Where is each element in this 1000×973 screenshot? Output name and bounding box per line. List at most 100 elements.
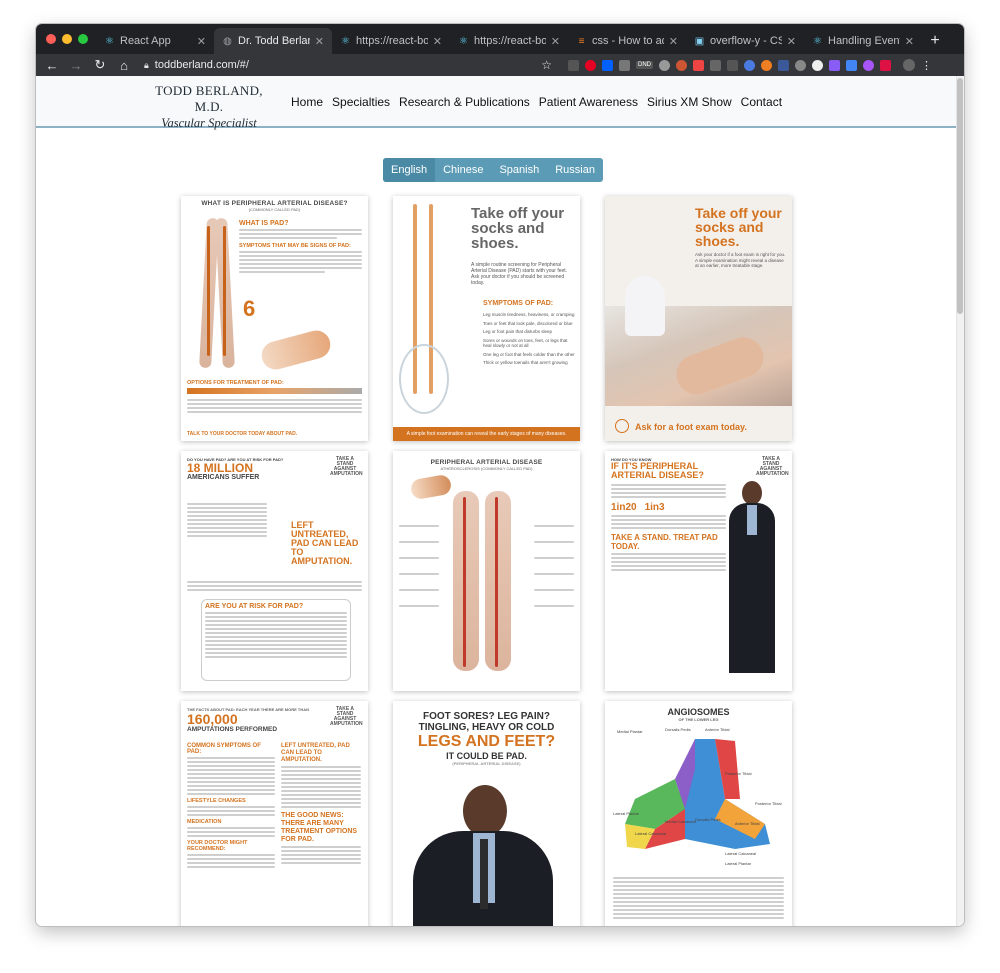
browser-tab[interactable]: ⚛https://react-bootstr✕	[332, 28, 450, 54]
close-window-button[interactable]	[46, 34, 56, 44]
extension-icon[interactable]	[744, 59, 755, 71]
lang-spanish-button[interactable]: Spanish	[491, 158, 547, 182]
profile-avatar[interactable]	[903, 59, 915, 71]
poster-foot-exam[interactable]: Take off your socks and shoes. Ask your …	[605, 196, 792, 441]
new-tab-button[interactable]: +	[922, 28, 948, 54]
angiosome-label: Posterior Tibial	[725, 771, 752, 776]
extension-icon[interactable]	[727, 59, 738, 71]
poster-title: PERIPHERAL ARTERIAL DISEASE	[430, 459, 543, 466]
browser-tab[interactable]: ⚛ React App ✕	[96, 28, 214, 54]
poster-big-stat-2: AMERICANS SUFFER	[187, 474, 260, 481]
angiosome-label: Medial Plantar	[617, 729, 643, 734]
extension-icon[interactable]	[619, 59, 630, 71]
nav-patient-awareness[interactable]: Patient Awareness	[539, 95, 638, 109]
stackoverflow-icon: ≡	[578, 35, 585, 47]
site-header: TODD BERLAND, M.D. Vascular Specialist H…	[36, 76, 964, 131]
angiosome-label: Lateral Calcaneal	[635, 831, 667, 836]
minimize-window-button[interactable]	[62, 34, 72, 44]
extension-icon[interactable]	[880, 59, 891, 71]
angiosome-label: Medial Calcaneal	[665, 819, 696, 824]
globe-icon: ◍	[223, 35, 232, 47]
poster-line-2: TINGLING, HEAVY OR COLD	[418, 722, 555, 733]
home-icon[interactable]: ⌂	[114, 55, 134, 75]
artery-illustration	[207, 226, 210, 356]
nav-research[interactable]: Research & Publications	[399, 95, 530, 109]
maximize-window-button[interactable]	[78, 34, 88, 44]
dnd-badge[interactable]: DND	[636, 61, 653, 69]
angiosome-label: Posterior Tibial	[755, 801, 782, 806]
language-toggle-group: English Chinese Spanish Russian	[383, 158, 603, 182]
medication-heading: MEDICATION	[187, 819, 222, 825]
what-is-pad-heading: WHAT IS PAD?	[239, 220, 289, 227]
site-brand[interactable]: TODD BERLAND, M.D. Vascular Specialist	[145, 83, 273, 131]
extension-icon[interactable]	[710, 59, 721, 71]
poster-angiosomes[interactable]: ANGIOSOMES OF THE LOWER LEG Medial Plant…	[605, 701, 792, 926]
poster-big-stat: 18 MILLION	[187, 461, 254, 475]
extension-icon[interactable]	[812, 59, 823, 71]
address-bar[interactable]: 🔒︎ toddberland.com/#/ ☆	[144, 58, 552, 72]
extension-icon[interactable]	[863, 59, 874, 71]
lifestyle-changes-heading: LIFESTYLE CHANGES	[187, 798, 246, 804]
menu-kebab-icon[interactable]: ⋮	[921, 59, 932, 72]
main-nav: Home Specialties Research & Publications…	[291, 95, 791, 109]
nav-home[interactable]: Home	[291, 95, 323, 109]
nav-contact[interactable]: Contact	[741, 95, 782, 109]
browser-tab[interactable]: ⚛https://react-bootstr✕	[450, 28, 568, 54]
person-photo-head	[463, 785, 507, 837]
reload-icon[interactable]: ↻	[90, 55, 110, 75]
browser-tab[interactable]: ▣overflow-y - CSS: Ca✕	[686, 28, 804, 54]
extension-icon[interactable]	[795, 59, 806, 71]
poster-headline: Take off your socks and shoes.	[695, 205, 782, 249]
close-tab-icon[interactable]: ✕	[197, 35, 206, 48]
page-scrollbar[interactable]	[956, 76, 964, 926]
poster-pad-anatomy[interactable]: PERIPHERAL ARTERIAL DISEASE ATHEROSCLERO…	[393, 451, 580, 691]
lang-english-button[interactable]: English	[383, 158, 436, 182]
close-tab-icon[interactable]: ✕	[787, 35, 796, 48]
amputation-warning: LEFT UNTREATED, PAD CAN LEAD TO AMPUTATI…	[281, 743, 350, 763]
browser-tab-active[interactable]: ◍Dr. Todd Berland, MD✕	[214, 28, 332, 54]
person-photo-head	[742, 481, 762, 505]
poster-title: ANGIOSOMES	[667, 707, 730, 717]
extension-icon[interactable]	[778, 59, 789, 71]
poster-how-do-you-know[interactable]: HOW DO YOU KNOW IF IT'S PERIPHERAL ARTER…	[605, 451, 792, 691]
symptom-item: Thick or yellow toenails that aren't gro…	[483, 360, 568, 365]
extension-icon[interactable]	[568, 59, 579, 71]
poster-headline: IF IT'S PERIPHERAL ARTERIAL DISEASE?	[611, 461, 704, 480]
artery-plaque-illustration	[409, 473, 453, 501]
browser-tab[interactable]: ⚛Handling Events – Re✕	[804, 28, 922, 54]
extension-icon[interactable]	[761, 59, 772, 71]
dropbox-icon[interactable]	[602, 59, 613, 71]
close-tab-icon[interactable]: ✕	[315, 35, 324, 48]
forward-icon[interactable]: →	[66, 55, 86, 75]
extension-icon[interactable]	[846, 59, 857, 71]
symptom-item: Toes or feet that look pale, discolored …	[483, 320, 573, 326]
pinterest-icon[interactable]	[585, 59, 596, 71]
lang-chinese-button[interactable]: Chinese	[435, 158, 491, 182]
nav-sirius-xm[interactable]: Sirius XM Show	[647, 95, 732, 109]
close-tab-icon[interactable]: ✕	[433, 35, 442, 48]
close-tab-icon[interactable]: ✕	[551, 35, 560, 48]
lang-russian-button[interactable]: Russian	[547, 158, 603, 182]
treatment-heading: OPTIONS FOR TREATMENT OF PAD:	[187, 380, 284, 386]
poster-foot-sores[interactable]: FOOT SORES? LEG PAIN? TINGLING, HEAVY OR…	[393, 701, 580, 926]
extension-icon[interactable]	[829, 59, 840, 71]
bookmark-star-icon[interactable]: ☆	[541, 58, 552, 72]
back-icon[interactable]: ←	[42, 55, 62, 75]
brand-subtitle: Vascular Specialist	[161, 116, 257, 130]
poster-what-is-pad[interactable]: WHAT IS PERIPHERAL ARTERIAL DISEASE? (CO…	[181, 196, 368, 441]
extension-icon[interactable]	[693, 59, 704, 71]
browser-tab[interactable]: ≡css - How to add a s✕	[568, 28, 686, 54]
close-tab-icon[interactable]: ✕	[905, 35, 914, 48]
poster-cta: TAKE A STAND. TREAT PAD TODAY.	[611, 533, 718, 551]
symptoms-heading: SYMPTOMS OF PAD:	[483, 300, 554, 307]
poster-body: Ask your doctor if a foot exam is right …	[695, 252, 786, 268]
close-tab-icon[interactable]: ✕	[669, 35, 678, 48]
scrollbar-thumb[interactable]	[957, 78, 963, 314]
react-icon: ⚛	[813, 35, 822, 47]
extension-icon[interactable]	[659, 59, 670, 71]
poster-160000-amputations[interactable]: THE FACTS ABOUT PAD: EACH YEAR THERE ARE…	[181, 701, 368, 926]
nav-specialties[interactable]: Specialties	[332, 95, 390, 109]
poster-18-million[interactable]: DO YOU HAVE PAD? ARE YOU AT RISK FOR PAD…	[181, 451, 368, 691]
extension-icon[interactable]	[676, 59, 687, 71]
poster-take-off-socks-chart[interactable]: Take off your socks and shoes. A simple …	[393, 196, 580, 441]
